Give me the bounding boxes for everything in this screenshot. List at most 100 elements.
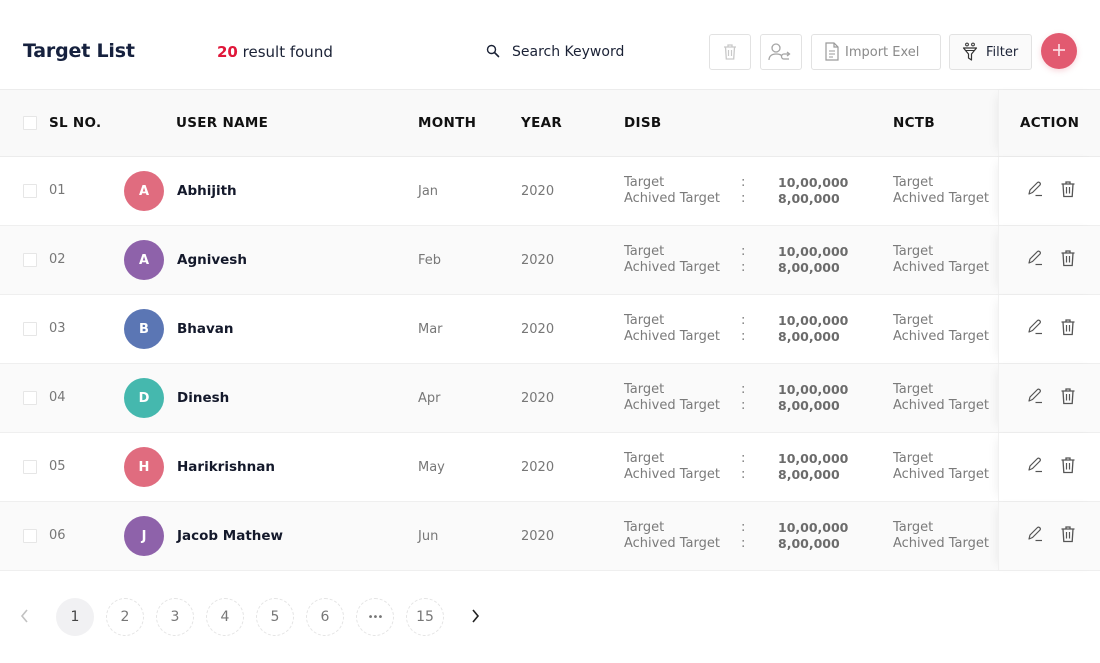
page-button[interactable]: 2	[106, 598, 144, 636]
nctb-target-label: Target	[893, 244, 934, 259]
edit-button[interactable]	[1026, 181, 1044, 201]
user-name[interactable]: Dinesh	[177, 390, 229, 406]
user-name[interactable]: Agnivesh	[177, 252, 247, 268]
row-checkbox[interactable]	[23, 460, 37, 474]
delete-button[interactable]	[1059, 181, 1077, 201]
table-row: 06 J Jacob Mathew Jun 2020 Target Achived Targ…	[0, 502, 1100, 571]
table-row: 04 D Dinesh Apr 2020 Target Achived Target::10…	[0, 364, 1100, 433]
pagination: 1 2 3 4 5 6 ••• 15	[0, 598, 520, 636]
disb-values: 10,00,000 8,00,000	[778, 175, 848, 207]
disb-achieved-label: Achived Target	[624, 467, 720, 482]
nctb-achieved-label: Achived Target	[893, 398, 989, 413]
sl-number: 06	[49, 528, 66, 543]
page-button[interactable]: 3	[156, 598, 194, 636]
row-checkbox[interactable]	[23, 529, 37, 543]
disb-labels: Target Achived Target	[624, 451, 720, 483]
search-placeholder: Search Keyword	[512, 44, 625, 60]
row-checkbox[interactable]	[23, 391, 37, 405]
separator: :	[741, 260, 746, 275]
prev-page-button[interactable]	[15, 607, 35, 627]
user-name[interactable]: Harikrishnan	[177, 459, 275, 475]
action-header-cell: ACTION	[998, 90, 1100, 156]
user-name[interactable]: Jacob Mathew	[177, 528, 283, 544]
nctb-labels: Target Achived Target	[893, 175, 989, 207]
table-row: 01 A Abhijith Jan 2020 Target Achived Target::…	[0, 157, 1100, 226]
row-checkbox[interactable]	[23, 322, 37, 336]
sl-number: 02	[49, 252, 66, 267]
sl-number: 04	[49, 390, 66, 405]
import-excel-button[interactable]: Import Exel	[811, 34, 941, 70]
disb-separators: ::	[741, 451, 745, 483]
trash-icon	[722, 43, 738, 61]
nctb-target-label: Target	[893, 520, 934, 535]
disb-achieved-label: Achived Target	[624, 260, 720, 275]
delete-button[interactable]	[1059, 388, 1077, 408]
delete-button[interactable]	[1059, 526, 1077, 546]
select-all-checkbox[interactable]	[23, 116, 37, 130]
page-button[interactable]: 4	[206, 598, 244, 636]
disb-achieved-label: Achived Target	[624, 329, 720, 344]
column-header-month[interactable]: MONTH	[418, 90, 476, 156]
page-button[interactable]: 1	[56, 598, 94, 636]
year: 2020	[521, 460, 555, 475]
separator: :	[741, 329, 746, 344]
delete-button[interactable]	[1059, 250, 1077, 270]
delete-button[interactable]	[1059, 319, 1077, 339]
disb-values: 10,00,000 8,00,000	[778, 313, 848, 345]
user-name[interactable]: Bhavan	[177, 321, 234, 337]
disb-values: 10,00,000 8,00,000	[778, 520, 848, 552]
bulk-delete-button[interactable]	[709, 34, 751, 70]
separator: :	[741, 451, 746, 466]
disb-target-value: 10,00,000	[778, 175, 849, 190]
action-cell	[998, 364, 1100, 432]
sl-number: 05	[49, 459, 66, 474]
disb-labels: Target Achived Target	[624, 382, 720, 414]
row-checkbox[interactable]	[23, 184, 37, 198]
trash-icon	[1060, 318, 1076, 340]
disb-separators: ::	[741, 313, 745, 345]
separator: :	[741, 175, 746, 190]
pencil-icon	[1026, 318, 1044, 340]
add-target-button[interactable]	[1041, 33, 1077, 69]
edit-button[interactable]	[1026, 250, 1044, 270]
pencil-icon	[1026, 180, 1044, 202]
search-icon	[486, 43, 500, 62]
column-header-user-name[interactable]: USER NAME	[176, 90, 268, 156]
user-name[interactable]: Abhijith	[177, 183, 237, 199]
edit-button[interactable]	[1026, 526, 1044, 546]
page-ellipsis[interactable]: •••	[356, 598, 394, 636]
year: 2020	[521, 391, 555, 406]
disb-target-value: 10,00,000	[778, 244, 849, 259]
separator: :	[741, 467, 746, 482]
page-button[interactable]: 6	[306, 598, 344, 636]
avatar: A	[124, 240, 164, 280]
column-header-disb[interactable]: DISB	[624, 90, 661, 156]
column-header-nctb[interactable]: NCTB	[893, 90, 935, 156]
nctb-target-label: Target	[893, 451, 934, 466]
column-header-sl[interactable]: SL NO.	[49, 90, 101, 156]
separator: :	[741, 398, 746, 413]
trash-icon	[1060, 180, 1076, 202]
edit-button[interactable]	[1026, 319, 1044, 339]
edit-button[interactable]	[1026, 457, 1044, 477]
page-header: Target List 20 result found Search Keywo…	[0, 0, 1100, 90]
page-button[interactable]: 15	[406, 598, 444, 636]
delete-button[interactable]	[1059, 457, 1077, 477]
avatar: A	[124, 171, 164, 211]
plus-icon	[1052, 42, 1066, 61]
separator: :	[741, 536, 746, 551]
edit-button[interactable]	[1026, 388, 1044, 408]
disb-achieved-value: 8,00,000	[778, 329, 840, 344]
nctb-achieved-label: Achived Target	[893, 467, 989, 482]
month: Jun	[418, 529, 439, 544]
search-input[interactable]: Search Keyword	[486, 40, 624, 64]
column-header-action: ACTION	[1020, 115, 1080, 131]
assign-user-button[interactable]	[760, 34, 802, 70]
page-button[interactable]: 5	[256, 598, 294, 636]
column-header-year[interactable]: YEAR	[521, 90, 562, 156]
month: Jan	[418, 184, 439, 199]
month: May	[418, 460, 445, 475]
row-checkbox[interactable]	[23, 253, 37, 267]
filter-button[interactable]: Filter	[949, 34, 1032, 70]
next-page-button[interactable]	[465, 607, 485, 627]
